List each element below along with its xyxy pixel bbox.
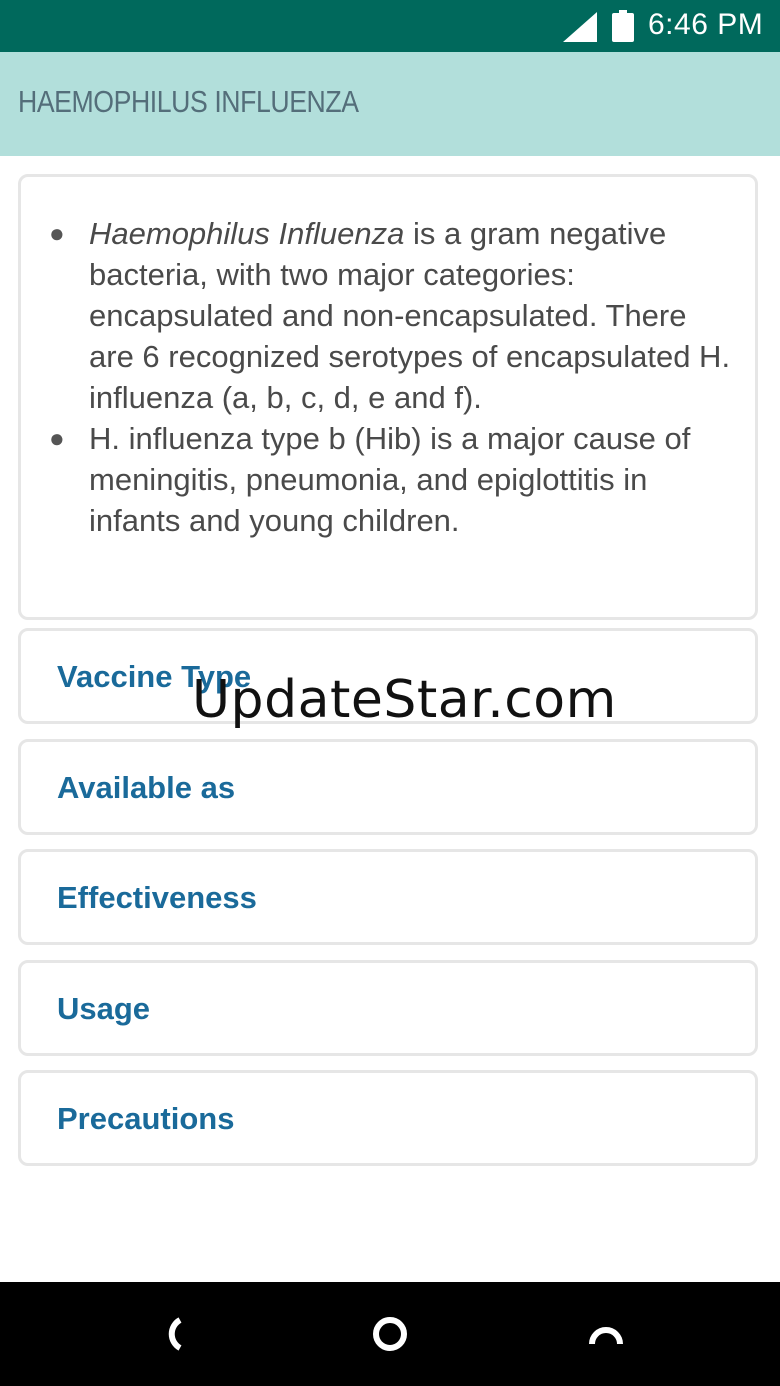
watermark: UpdateStar.com [192,670,617,730]
intro-bullet-1: ● Haemophilus Influenza is a gram negativ… [47,213,737,418]
signal-icon [563,12,597,42]
app-bar: HAEMOPHILUS INFLUENZA [0,52,780,156]
back-icon[interactable] [154,1314,194,1354]
intro-list: ● Haemophilus Influenza is a gram negativ… [47,213,737,541]
home-icon[interactable] [370,1314,410,1354]
status-clock: 6:46 PM [648,8,764,41]
intro-bullet-1-italic: Haemophilus Influenza [89,216,405,251]
bullet-icon: ● [49,218,65,248]
section-precautions[interactable]: Precautions [18,1070,758,1166]
status-bar: 6:46 PM [0,0,780,52]
section-label: Usage [57,991,151,1026]
bullet-icon: ● [49,423,65,453]
navigation-bar [0,1282,780,1386]
section-effectiveness[interactable]: Effectiveness [18,849,758,945]
section-label: Effectiveness [57,880,257,915]
section-available-as[interactable]: Available as [18,739,758,835]
battery-icon [612,10,634,42]
intro-card: ● Haemophilus Influenza is a gram negativ… [18,174,758,620]
page-title: HAEMOPHILUS INFLUENZA [18,84,359,119]
section-label: Precautions [57,1101,235,1136]
recents-icon[interactable] [586,1314,626,1354]
section-usage[interactable]: Usage [18,960,758,1056]
intro-bullet-2: ● H. influenza type b (Hib) is a major ca… [47,418,737,541]
section-label: Available as [57,770,236,805]
intro-bullet-2-text: H. influenza type b (Hib) is a major cau… [89,421,691,538]
